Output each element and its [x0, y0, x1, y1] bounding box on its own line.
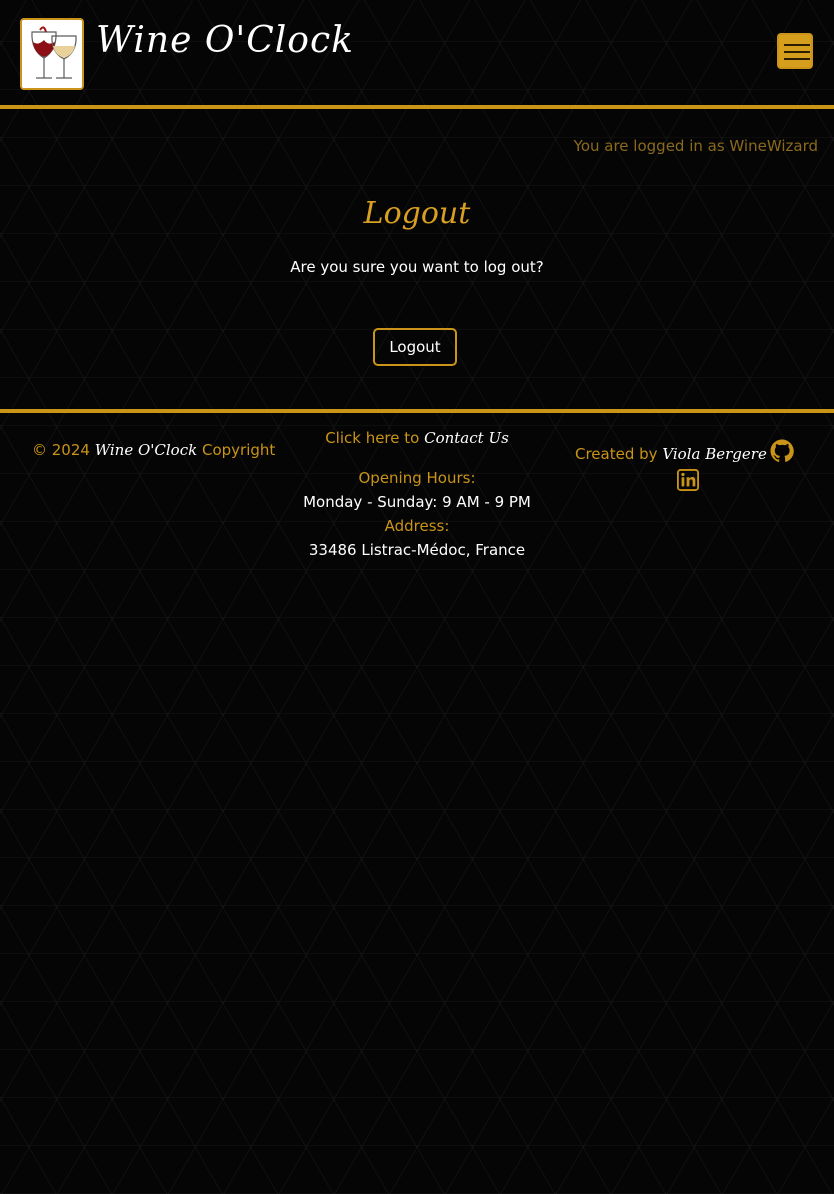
brand-title[interactable]: Wine O'Clock	[96, 20, 354, 61]
header-divider	[0, 105, 834, 109]
footer-info: Click here to Contact Us Opening Hours: …	[277, 426, 557, 562]
site-header: Wine O'Clock	[0, 0, 834, 106]
page-title: Logout	[363, 196, 471, 231]
footer-divider	[0, 409, 834, 413]
wine-glasses-icon	[22, 20, 82, 88]
opening-hours-value: Monday - Sunday: 9 AM - 9 PM	[303, 493, 531, 511]
logout-button[interactable]: Logout	[373, 328, 457, 366]
hamburger-menu-icon[interactable]	[777, 33, 813, 69]
menu-bar	[784, 58, 810, 60]
menu-bar	[784, 44, 810, 46]
author-name: Viola Bergere	[662, 445, 767, 463]
address-label: Address:	[384, 517, 450, 535]
github-icon[interactable]	[770, 439, 794, 463]
copyright-label: Copyright	[202, 441, 276, 459]
copyright-year: © 2024	[32, 441, 90, 459]
footer-credits: Created by Viola Bergere	[575, 445, 767, 463]
menu-bar	[784, 51, 810, 53]
contact-us-link[interactable]: Contact Us	[424, 429, 509, 447]
wine-glasses-logo[interactable]	[20, 18, 84, 90]
address-value: 33486 Listrac-Médoc, France	[308, 541, 526, 559]
opening-hours-label: Opening Hours:	[358, 469, 476, 487]
created-by-label: Created by	[575, 445, 658, 463]
login-status: You are logged in as WineWizard	[573, 137, 818, 155]
copyright-brand: Wine O'Clock	[94, 441, 198, 459]
linkedin-icon[interactable]	[677, 469, 699, 491]
footer-copyright: © 2024 Wine O'Clock Copyright	[32, 441, 275, 459]
confirm-text: Are you sure you want to log out?	[290, 258, 544, 276]
contact-line: Click here to Contact Us	[277, 426, 557, 450]
contact-prefix: Click here to	[325, 429, 420, 447]
